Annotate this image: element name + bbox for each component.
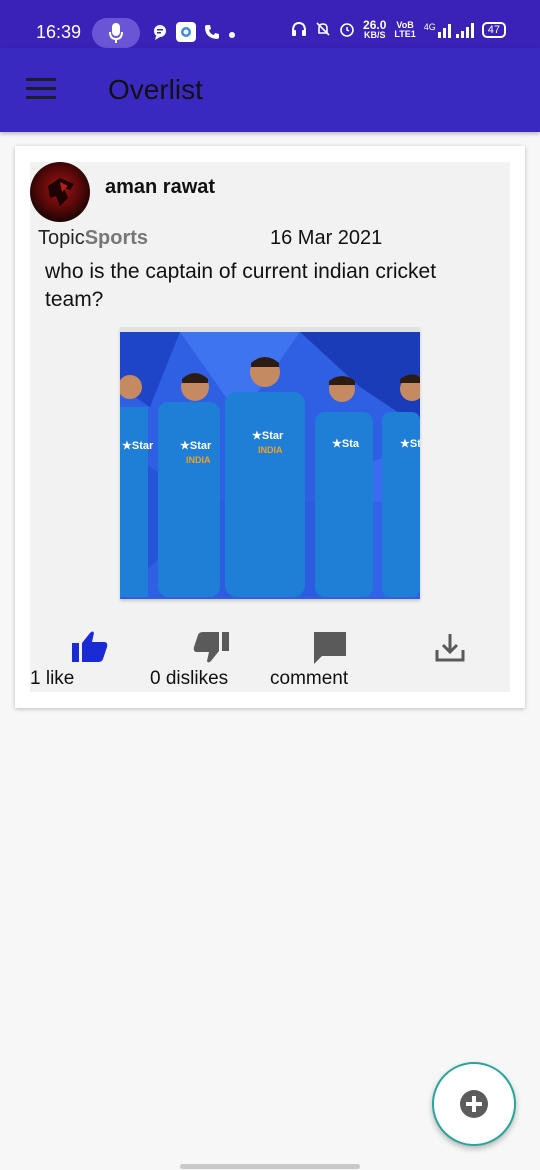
post-question: who is the captain of current indian cri… [45, 260, 437, 311]
headset-icon [291, 21, 307, 40]
dislike-count: 0 dislikes [150, 668, 229, 689]
svg-text:★St: ★St [400, 438, 420, 450]
volte-bottom: LTE1 [394, 29, 416, 39]
svg-text:★Sta: ★Sta [332, 438, 360, 450]
app-bar: Overlist [0, 48, 540, 132]
alarm-icon [339, 21, 355, 40]
comment-label: comment [270, 668, 349, 689]
app-title: Overlist [108, 74, 203, 105]
author-name[interactable]: aman rawat [105, 176, 215, 199]
mic-icon [92, 18, 140, 48]
download-button[interactable] [435, 632, 465, 667]
camera-app-icon [176, 22, 196, 47]
phone-icon [204, 24, 220, 45]
status-icons-left [152, 22, 236, 47]
comment-button[interactable] [314, 632, 346, 669]
svg-text:★Star: ★Star [180, 440, 212, 452]
comment-icon [314, 632, 346, 664]
status-icons-right: 26.0 KB/S VoB LTE1 4G 47 [291, 19, 506, 40]
topic-label: Topic [38, 227, 85, 249]
add-circle-icon [460, 1090, 488, 1118]
avatar[interactable] [30, 162, 90, 222]
battery-indicator: 47 [481, 22, 506, 38]
svg-text:★Star: ★Star [252, 430, 284, 442]
post-date: 16 Mar 2021 [270, 227, 383, 249]
dot-icon [228, 26, 236, 44]
add-post-fab[interactable] [432, 1062, 516, 1146]
volte-indicator: VoB LTE1 [394, 21, 415, 39]
svg-text:★Star: ★Star [122, 440, 154, 452]
download-icon [435, 634, 465, 662]
like-button[interactable] [72, 630, 108, 667]
net-speed-unit: KB/S [363, 30, 386, 40]
post-card[interactable]: aman rawat TopicSports 16 Mar 2021 who i… [15, 146, 525, 708]
status-time: 16:39 [36, 22, 82, 42]
post-image[interactable]: ★Star ★Star ★Star ★Sta ★St INDIA INDIA [120, 327, 420, 599]
net-speed: 26.0 KB/S [363, 19, 386, 40]
like-count: 1 like [30, 668, 75, 689]
network-type: 4G [423, 22, 436, 32]
home-indicator[interactable] [180, 1164, 360, 1169]
signal-icon: 4G [424, 22, 474, 38]
thumbs-up-icon [72, 631, 108, 662]
topic-value: Sports [84, 227, 149, 249]
svg-text:INDIA: INDIA [186, 455, 211, 465]
dislike-button[interactable] [193, 632, 229, 669]
bell-off-icon [315, 21, 331, 40]
topic-row: TopicSports [38, 227, 148, 250]
status-bar: 16:39 26.0 KB/S VoB LTE1 4G 47 [0, 0, 540, 48]
thumbs-down-icon [193, 632, 229, 663]
svg-text:INDIA: INDIA [258, 445, 283, 455]
post-card-body: aman rawat TopicSports 16 Mar 2021 who i… [30, 162, 510, 692]
hamburger-menu-icon[interactable] [26, 78, 58, 102]
chat-icon [152, 24, 168, 45]
